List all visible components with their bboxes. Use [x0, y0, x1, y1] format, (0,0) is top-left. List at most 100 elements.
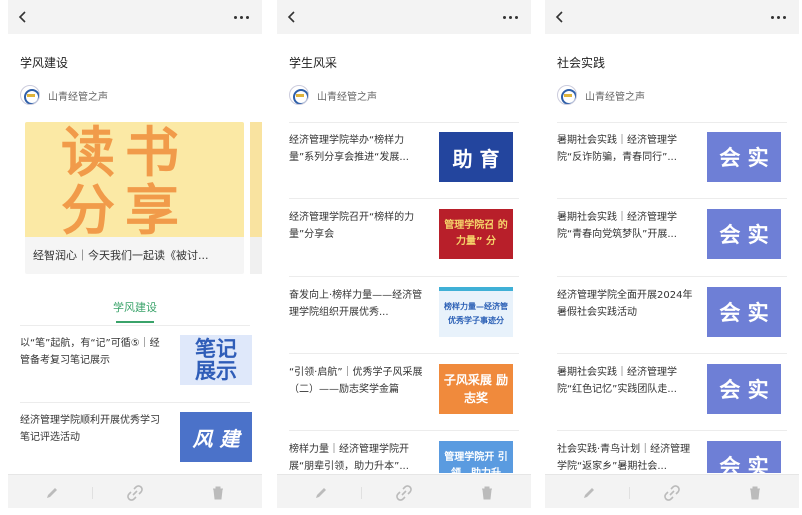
tab-study-style[interactable]: 学风建设 [113, 299, 157, 315]
chevron-left-icon[interactable] [285, 10, 299, 24]
divider [557, 198, 787, 199]
more-dots-icon[interactable] [503, 16, 519, 20]
divider [557, 276, 787, 277]
item-title: 暑期社会实践｜经济管理学院“青春向党筑梦队”开展... [557, 212, 677, 240]
item-thumbnail: 会 实 [707, 364, 781, 414]
divider [92, 487, 93, 499]
thumbnail-text: 会 实 [719, 378, 769, 402]
top-bar [277, 0, 531, 34]
item-title: 社会实践·青鸟计划｜经济管理学院“返家乡”暑期社会... [557, 444, 691, 472]
list-item[interactable]: 社会实践·青鸟计划｜经济管理学院“返家乡”暑期社会... 会 实 [557, 441, 787, 473]
top-bar [8, 0, 262, 34]
panel-social-practice: 社会实践 山青经管之声 暑期社会实践｜经济管理学院“反诈防骗，青春同行”... … [545, 0, 799, 508]
chevron-left-icon[interactable] [16, 10, 30, 24]
thumbnail-text: 风 建 [192, 426, 240, 451]
thumbnail-text: 助 育 [452, 146, 500, 171]
item-thumbnail: 会 实 [707, 209, 781, 259]
bottom-toolbar [277, 474, 531, 508]
item-title: 经济管理学院顺利开展优秀学习笔记评选活动 [20, 415, 160, 443]
thumbnail-text: 会 实 [719, 455, 769, 473]
thumbnail-text: 会 实 [719, 223, 769, 247]
pencil-icon[interactable] [313, 485, 329, 501]
item-thumbnail: 子风采展 励志奖 [439, 364, 513, 414]
item-thumbnail: 榜样力量—经济管 优秀学子事迹分 [439, 287, 513, 337]
divider [361, 487, 362, 499]
list-item[interactable]: 榜样力量｜经济管理学院开展“朋辈引领，助力升本”... 管理学院开 引领，助力升 [289, 441, 519, 473]
page-title: 学生风采 [289, 56, 338, 70]
chevron-left-icon[interactable] [553, 10, 567, 24]
item-thumbnail: 管理学院召 的力量” 分 [439, 209, 513, 259]
account-row[interactable]: 山青经管之声 [20, 84, 108, 106]
bottom-toolbar [545, 474, 799, 508]
item-thumbnail: 会 实 [707, 441, 781, 473]
tab-bar: 学风建设 [8, 296, 262, 324]
page-title: 学风建设 [20, 56, 69, 70]
divider [289, 276, 519, 277]
featured-caption: 经智润心｜今天我们一起读《被讨... [33, 249, 209, 262]
featured-image: 读书 分享 [25, 122, 244, 237]
banner-text-top: 读书 [61, 122, 189, 184]
item-title: 奋发向上·榜样力量——经济管理学院组织开展优秀... [289, 290, 423, 318]
account-row[interactable]: 山青经管之声 [289, 84, 377, 106]
item-title: 暑期社会实践｜经济管理学院“红色记忆”实践团队走... [557, 367, 677, 395]
panel-student-style: 学生风采 山青经管之声 经济管理学院举办“榜样力量”系列分享会推进“发展... … [277, 0, 531, 508]
trash-icon[interactable] [479, 485, 495, 501]
list-item[interactable]: 经济管理学院顺利开展优秀学习笔记评选活动 风 建 [20, 412, 252, 468]
list-item[interactable]: 以“笔”起航，有“记”可循⑤｜经管备考复习笔记展示 笔记展示 [20, 335, 252, 395]
account-name: 山青经管之声 [317, 91, 377, 103]
bottom-toolbar [8, 474, 262, 508]
featured-article-card[interactable]: 读书 分享 经智润心｜今天我们一起读《被讨... [25, 122, 244, 274]
avatar [557, 85, 577, 105]
thumbnail-text: 榜样力量—经济管 优秀学子事迹分 [444, 302, 508, 325]
divider [20, 402, 250, 403]
pencil-icon[interactable] [44, 485, 60, 501]
link-icon[interactable] [127, 485, 143, 501]
item-title: 经济管理学院举办“榜样力量”系列分享会推进“发展... [289, 135, 409, 163]
account-row[interactable]: 山青经管之声 [557, 84, 645, 106]
thumbnail-text: 会 实 [719, 146, 769, 170]
more-dots-icon[interactable] [234, 16, 250, 20]
tab-indicator [116, 321, 154, 323]
item-thumbnail: 笔记展示 [180, 335, 252, 385]
account-name: 山青经管之声 [585, 91, 645, 103]
item-title: 以“笔”起航，有“记”可循⑤｜经管备考复习笔记展示 [20, 338, 160, 366]
divider [20, 325, 250, 326]
page-title: 社会实践 [557, 56, 606, 70]
item-thumbnail: 会 实 [707, 287, 781, 337]
item-thumbnail: 会 实 [707, 132, 781, 182]
avatar [20, 85, 40, 105]
divider [289, 430, 519, 431]
divider [557, 430, 787, 431]
divider [289, 353, 519, 354]
thumbnail-text: 子风采展 励志奖 [443, 373, 509, 405]
top-bar [545, 0, 799, 34]
next-card-peek[interactable] [250, 122, 262, 274]
divider [289, 198, 519, 199]
thumbnail-text: 管理学院召 的力量” 分 [444, 220, 508, 247]
trash-icon[interactable] [210, 485, 226, 501]
link-icon[interactable] [664, 485, 680, 501]
account-name: 山青经管之声 [48, 91, 108, 103]
item-thumbnail: 风 建 [180, 412, 252, 462]
divider [629, 487, 630, 499]
item-thumbnail: 助 育 [439, 132, 513, 182]
thumbnail-text: 管理学院开 引领，助力升 [444, 452, 508, 473]
item-title: “引领·启航”｜优秀学子风采展（二）——励志奖学金篇 [289, 367, 423, 395]
more-dots-icon[interactable] [771, 16, 787, 20]
item-title: 经济管理学院召开“榜样的力量”分享会 [289, 212, 415, 240]
divider [557, 122, 787, 123]
item-thumbnail: 管理学院开 引领，助力升 [439, 441, 513, 473]
item-title: 经济管理学院全面开展2024年暑假社会实践活动 [557, 290, 693, 318]
avatar [289, 85, 309, 105]
pencil-icon[interactable] [581, 485, 597, 501]
banner-text-bottom: 分享 [61, 179, 189, 238]
thumbnail-text: 笔记展示 [195, 337, 237, 383]
thumbnail-text: 会 实 [719, 301, 769, 325]
panel-study-style: 学风建设 山青经管之声 读书 分享 经智润心｜今天我们一起读《被讨... 学风建… [8, 0, 262, 508]
link-icon[interactable] [396, 485, 412, 501]
divider [289, 122, 519, 123]
item-title: 榜样力量｜经济管理学院开展“朋辈引领，助力升本”... [289, 444, 409, 472]
item-title: 暑期社会实践｜经济管理学院“反诈防骗，青春同行”... [557, 135, 677, 163]
trash-icon[interactable] [747, 485, 763, 501]
divider [557, 353, 787, 354]
